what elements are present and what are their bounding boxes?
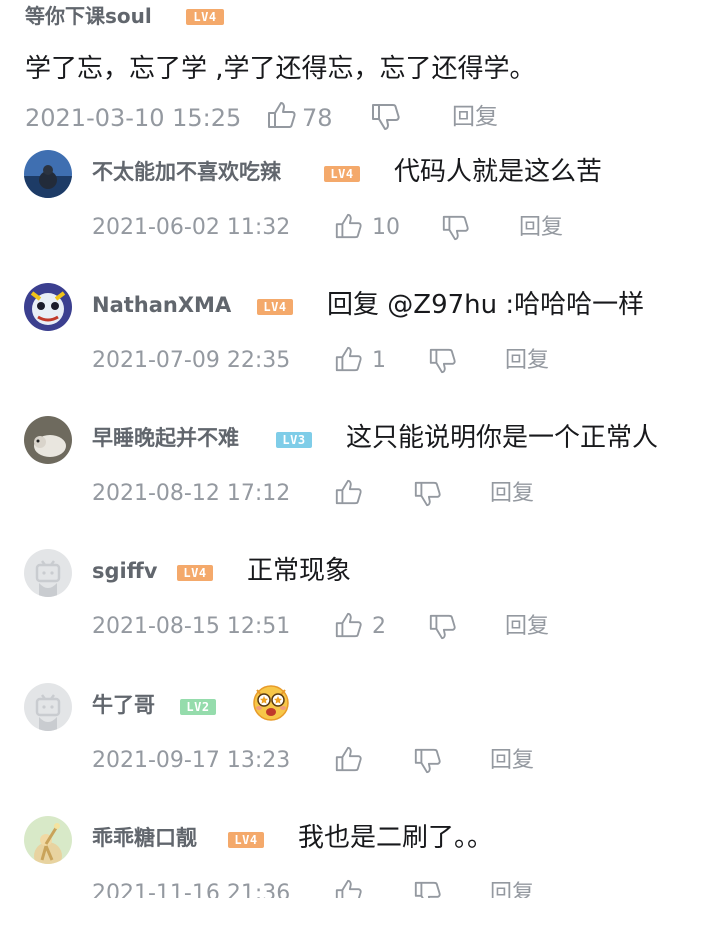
reply-content: 我也是二刷了。。 — [298, 823, 494, 853]
reply-button[interactable]: 回复 — [452, 106, 498, 129]
reply-username[interactable]: 乖乖糖口靓 — [92, 828, 197, 849]
avatar[interactable] — [24, 283, 72, 331]
level-badge: LV4 — [186, 9, 224, 25]
reply-button[interactable]: 回复 — [519, 217, 563, 239]
reply-time: 2021-08-15 12:51 — [92, 614, 291, 639]
reply-time: 2021-07-09 22:35 — [92, 348, 291, 373]
avatar[interactable] — [24, 150, 72, 198]
avatar[interactable] — [24, 416, 72, 464]
reply-time: 2021-06-02 11:32 — [92, 215, 291, 240]
reply-username[interactable]: 早睡晚起并不难 — [92, 428, 239, 449]
reply-button[interactable]: 回复 — [490, 483, 534, 505]
level-badge: LV4 — [228, 832, 264, 848]
avatar[interactable] — [24, 549, 72, 597]
like-count: 10 — [372, 215, 400, 240]
dislike-icon[interactable] — [441, 214, 469, 242]
reply-button[interactable]: 回复 — [505, 616, 549, 638]
level-badge: LV3 — [276, 432, 312, 448]
dislike-icon[interactable] — [370, 103, 400, 131]
like-icon[interactable] — [266, 101, 296, 129]
dislike-icon[interactable] — [428, 347, 456, 375]
reply-username[interactable]: NathanXMA — [92, 295, 231, 316]
reply-content: 回复 @Z97hu :哈哈哈一样 — [327, 290, 645, 320]
level-badge: LV4 — [177, 565, 213, 581]
viewport-clip — [0, 898, 702, 931]
reply-username[interactable]: 牛了哥 — [92, 695, 155, 716]
reply-button[interactable]: 回复 — [490, 750, 534, 772]
comment-time: 2021-03-10 15:25 — [25, 104, 242, 132]
reply-content: 正常现象 — [247, 556, 352, 586]
dislike-icon[interactable] — [413, 747, 441, 775]
reply-button[interactable]: 回复 — [505, 350, 549, 372]
avatar[interactable] — [24, 816, 72, 864]
comment-content: 学了忘，忘了学 ,学了还得忘，忘了还得学。 — [25, 54, 536, 84]
like-count: 78 — [302, 104, 333, 132]
level-badge: LV2 — [180, 699, 216, 715]
reply-time: 2021-08-12 17:12 — [92, 481, 291, 506]
like-icon[interactable] — [334, 212, 362, 240]
avatar[interactable] — [24, 683, 72, 731]
level-badge: LV4 — [257, 299, 293, 315]
like-icon[interactable] — [334, 745, 362, 773]
dislike-icon[interactable] — [428, 613, 456, 641]
comment-username[interactable]: 等你下课soul — [25, 6, 152, 26]
reply-content: 这只能说明你是一个正常人 — [346, 423, 659, 453]
level-badge: LV4 — [324, 166, 360, 182]
reply-content: 代码人就是这么苦 — [394, 157, 603, 187]
dislike-icon[interactable] — [413, 480, 441, 508]
reply-username[interactable]: 不太能加不喜欢吃辣 — [92, 162, 281, 183]
like-icon[interactable] — [334, 478, 362, 506]
surprised-face-emoji — [251, 682, 291, 726]
like-icon[interactable] — [334, 611, 362, 639]
like-count: 2 — [372, 614, 386, 639]
like-count: 1 — [372, 348, 386, 373]
reply-time: 2021-09-17 13:23 — [92, 748, 291, 773]
reply-username[interactable]: sgiffv — [92, 561, 157, 582]
like-icon[interactable] — [334, 345, 362, 373]
